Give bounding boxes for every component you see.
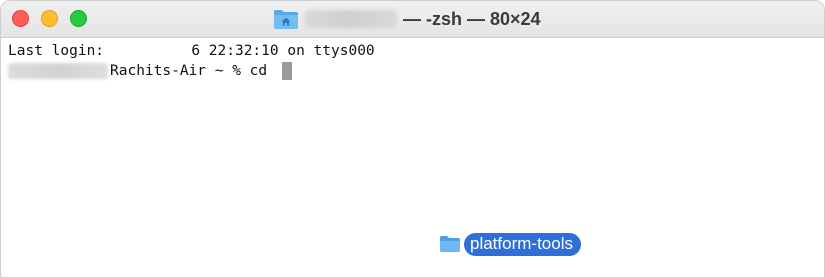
home-folder-icon [274,10,298,29]
terminal-content[interactable]: Last login: 6 22:32:10 on ttys000 Rachit… [1,38,824,277]
last-login-line: Last login: 6 22:32:10 on ttys000 [8,43,375,59]
redacted-user-name [305,10,397,28]
folder-icon [440,236,460,252]
minimize-button[interactable] [41,10,58,27]
dragged-folder[interactable]: platform-tools [439,232,581,256]
title-bar[interactable]: — -zsh — 80×24 [1,1,824,38]
prompt-line: Rachits-Air ~ % cd [8,61,292,81]
window-title-group: — -zsh — 80×24 [273,6,541,32]
window-title: — -zsh — 80×24 [403,8,541,29]
terminal-window: — -zsh — 80×24 Last login: 6 22:32:10 on… [0,0,825,278]
folder-label: platform-tools [464,232,581,256]
block-cursor [281,62,292,80]
zoom-button[interactable] [70,10,87,27]
close-button[interactable] [12,10,29,27]
redacted-username [8,63,108,79]
prompt-text: Rachits-Air ~ % cd [110,63,276,79]
